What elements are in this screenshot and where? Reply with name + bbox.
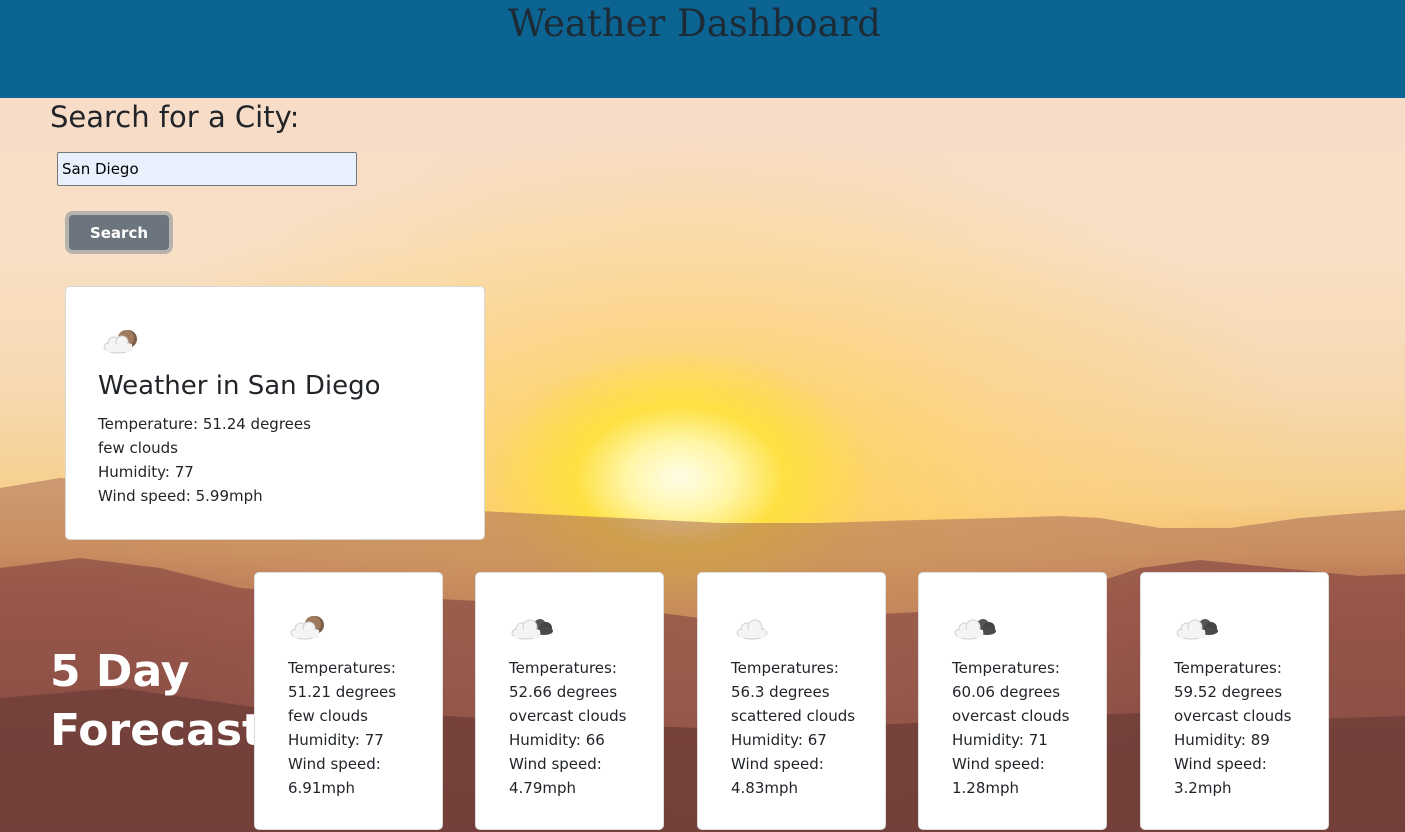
- search-button[interactable]: Search: [65, 211, 173, 254]
- forecast-temp: 59.52 degrees: [1174, 683, 1283, 701]
- forecast-wind-label: Wind speed:: [288, 755, 381, 773]
- forecast-wind: 4.79mph: [509, 779, 577, 797]
- forecast-temp-label: Temperatures:: [288, 659, 396, 677]
- forecast-temp: 60.06 degrees: [952, 683, 1061, 701]
- forecast-humidity: Humidity: 89: [1174, 731, 1270, 749]
- forecast-description: overcast clouds: [1174, 707, 1292, 725]
- forecast-temp: 52.66 degrees: [509, 683, 618, 701]
- forecast-humidity: Humidity: 66: [509, 731, 605, 749]
- forecast-temp-label: Temperatures:: [1174, 659, 1282, 677]
- forecast-temp: 51.21 degrees: [288, 683, 397, 701]
- forecast-temp-label: Temperatures:: [509, 659, 617, 677]
- partly-cloudy-night-icon: [102, 327, 142, 359]
- forecast-temp: 56.3 degrees: [731, 683, 830, 701]
- forecast-humidity: Humidity: 67: [731, 731, 827, 749]
- forecast-wind: 1.28mph: [952, 779, 1020, 797]
- forecast-wind: 6.91mph: [288, 779, 356, 797]
- overcast-clouds-icon: [953, 613, 997, 645]
- search-heading: Search for a City:: [50, 100, 300, 134]
- forecast-wind: 4.83mph: [731, 779, 799, 797]
- overcast-clouds-icon: [510, 613, 554, 645]
- forecast-humidity: Humidity: 71: [952, 731, 1048, 749]
- forecast-humidity: Humidity: 77: [288, 731, 384, 749]
- partly-cloudy-night-icon: [289, 613, 329, 645]
- current-wind: Wind speed: 5.99mph: [98, 487, 263, 505]
- forecast-temp-label: Temperatures:: [731, 659, 839, 677]
- forecast-description: overcast clouds: [952, 707, 1070, 725]
- forecast-wind-label: Wind speed:: [731, 755, 824, 773]
- forecast-wind-label: Wind speed:: [1174, 755, 1267, 773]
- current-humidity: Humidity: 77: [98, 463, 194, 481]
- overcast-clouds-icon: [1175, 613, 1219, 645]
- scattered-clouds-icon: [732, 613, 772, 645]
- forecast-wind-label: Wind speed:: [952, 755, 1045, 773]
- forecast-card: Temperatures: 51.21 degrees few clouds H…: [254, 572, 443, 830]
- current-weather-card: Weather in San Diego Temperature: 51.24 …: [65, 286, 485, 540]
- forecast-heading-line1: 5 Day: [50, 646, 190, 697]
- forecast-description: few clouds: [288, 707, 368, 725]
- forecast-card: Temperatures: 56.3 degrees scattered clo…: [697, 572, 886, 830]
- page-header: Weather Dashboard: [0, 0, 1405, 98]
- forecast-description: scattered clouds: [731, 707, 856, 725]
- forecast-heading: 5 Day Forecast: [50, 642, 263, 760]
- forecast-temp-label: Temperatures:: [952, 659, 1060, 677]
- forecast-card: Temperatures: 59.52 degrees overcast clo…: [1140, 572, 1329, 830]
- page-title: Weather Dashboard: [508, 2, 881, 45]
- current-city-title: Weather in San Diego: [98, 371, 381, 401]
- forecast-wind: 3.2mph: [1174, 779, 1232, 797]
- forecast-card: Temperatures: 60.06 degrees overcast clo…: [918, 572, 1107, 830]
- forecast-description: overcast clouds: [509, 707, 627, 725]
- current-description: few clouds: [98, 439, 178, 457]
- current-temperature: Temperature: 51.24 degrees: [98, 415, 311, 433]
- forecast-card: Temperatures: 52.66 degrees overcast clo…: [475, 572, 664, 830]
- forecast-heading-line2: Forecast: [50, 705, 264, 756]
- forecast-wind-label: Wind speed:: [509, 755, 602, 773]
- city-search-input[interactable]: [57, 152, 357, 186]
